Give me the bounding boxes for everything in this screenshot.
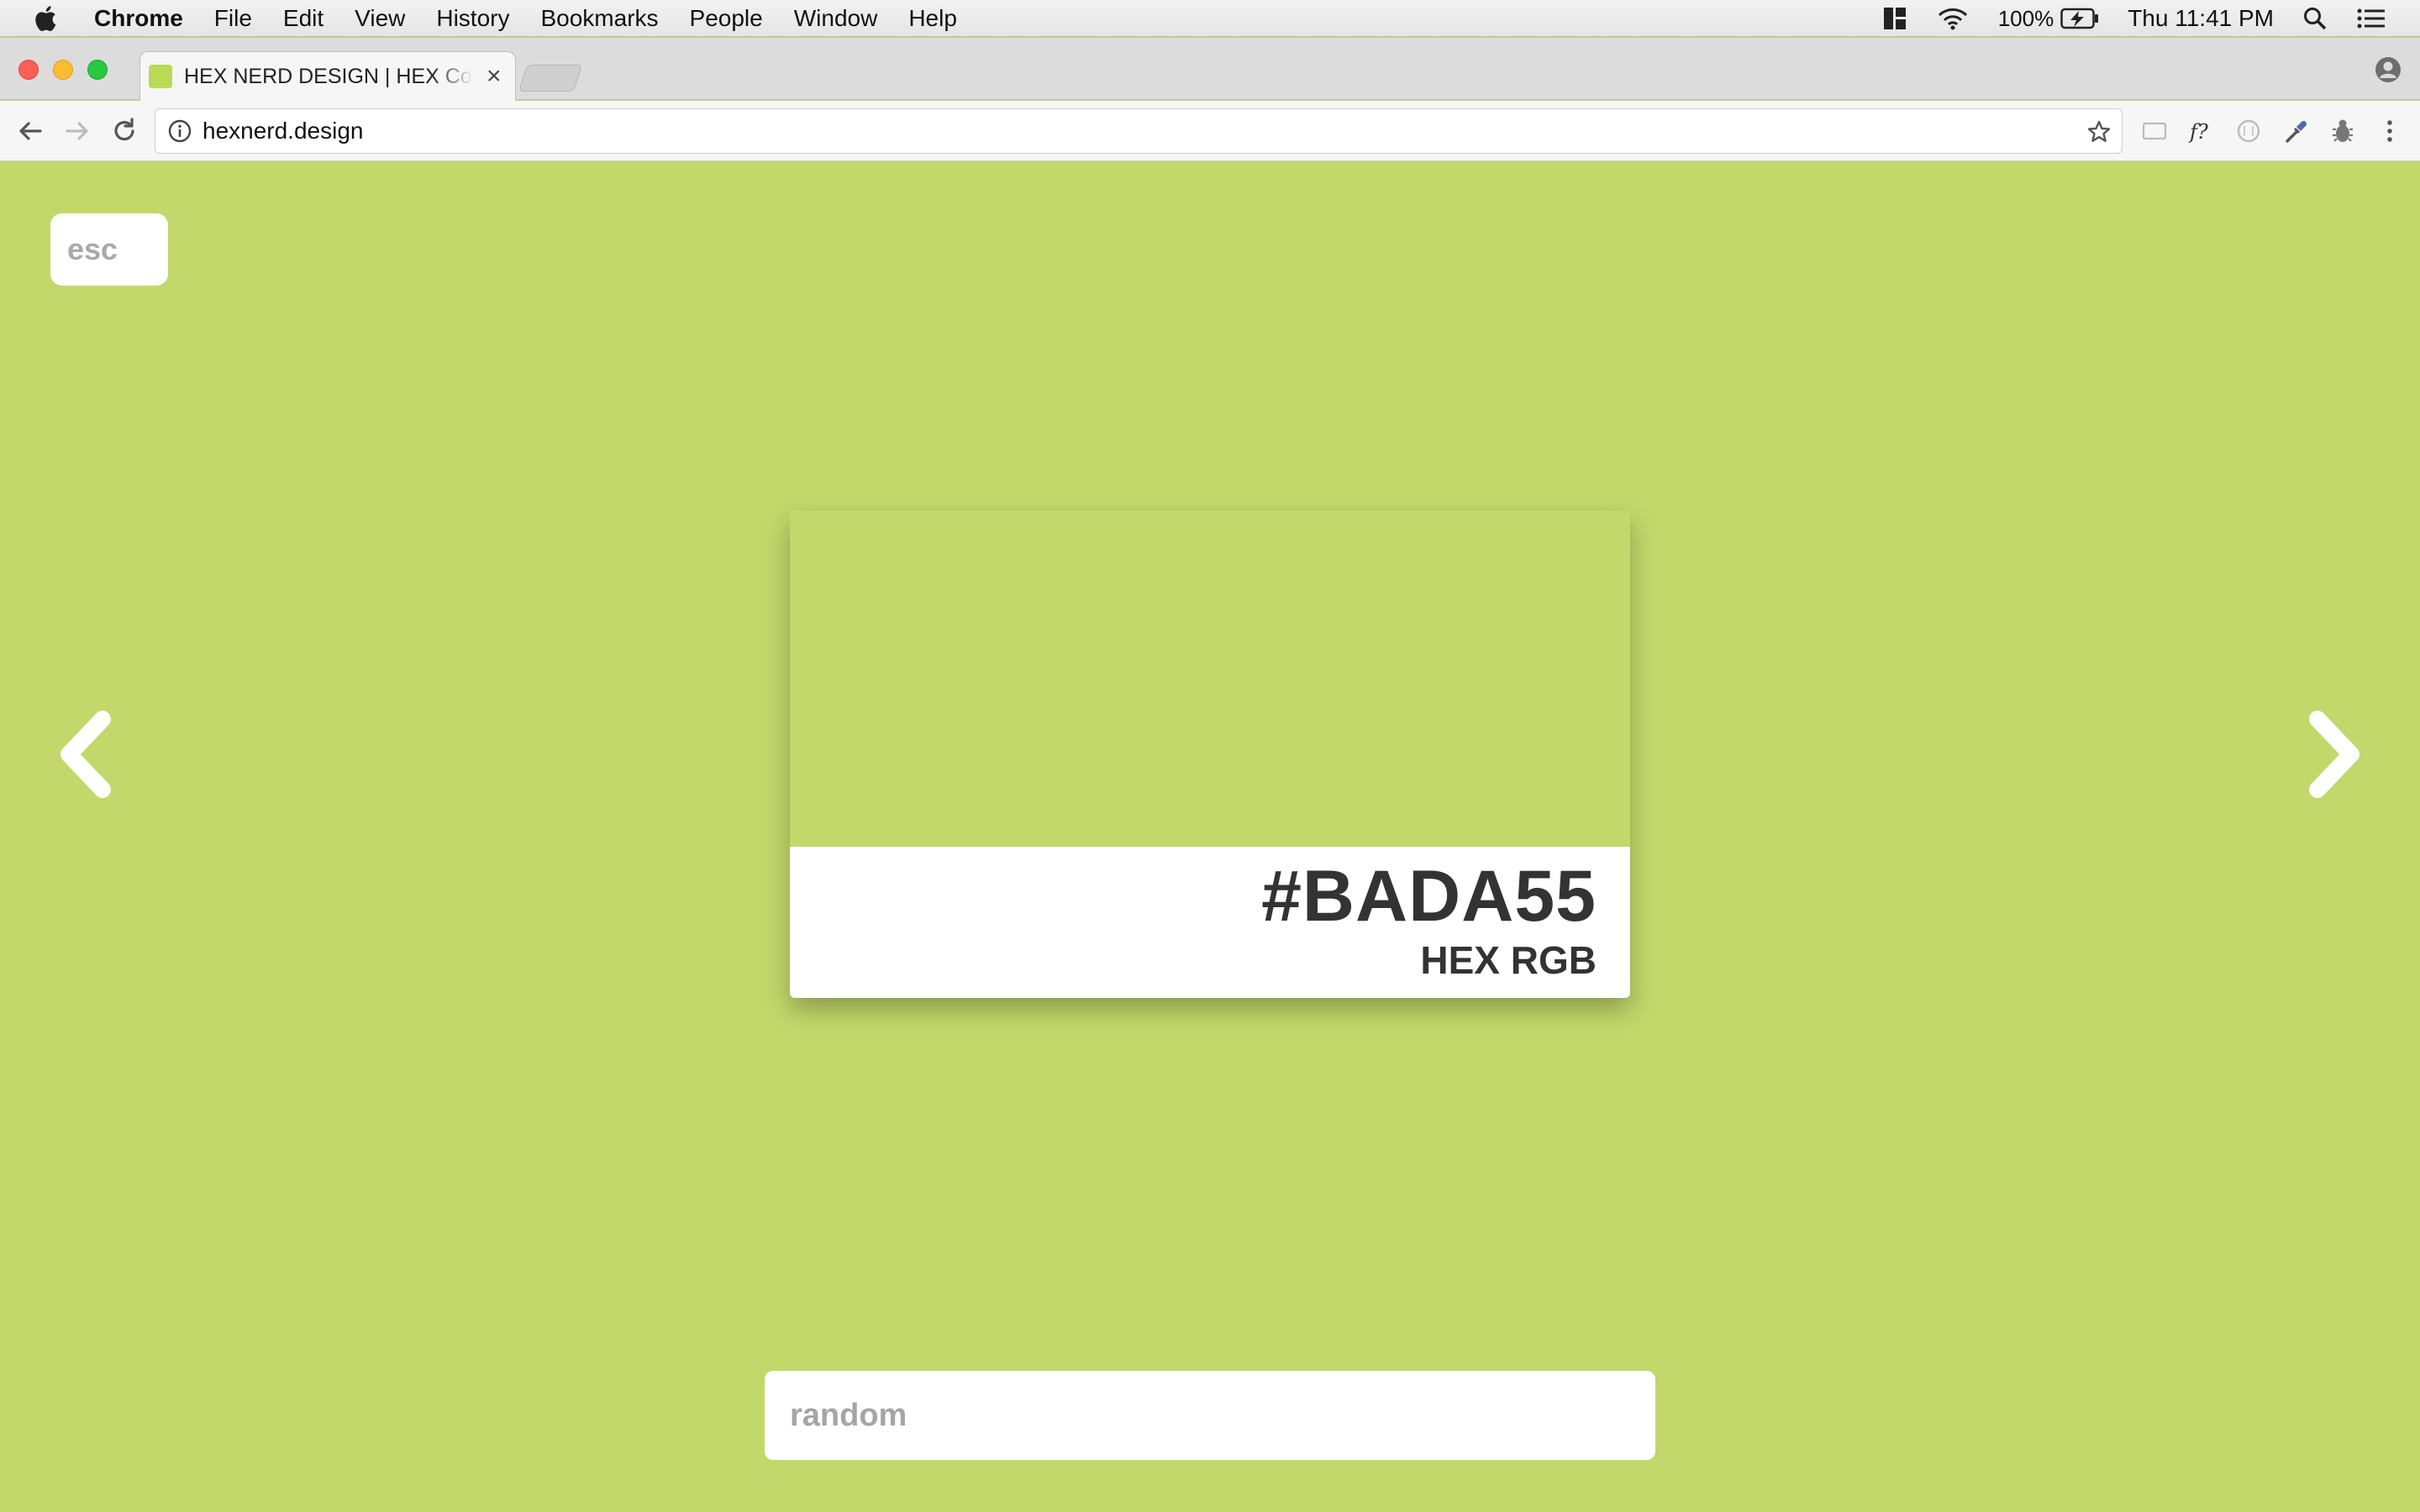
- menu-window[interactable]: Window: [794, 5, 878, 32]
- macos-menubar: Chrome File Edit View History Bookmarks …: [0, 0, 2420, 37]
- window-close-button[interactable]: [18, 60, 39, 80]
- color-swatch: [790, 511, 1630, 847]
- back-arrow-icon[interactable]: [13, 114, 47, 148]
- menu-edit[interactable]: Edit: [283, 5, 324, 32]
- reload-icon[interactable]: [108, 114, 141, 148]
- info-icon[interactable]: [167, 118, 192, 144]
- svg-text:f?: f?: [2188, 120, 2208, 144]
- eyedropper-icon[interactable]: [2281, 116, 2311, 146]
- list-icon[interactable]: [2356, 6, 2386, 31]
- color-card[interactable]: #BADA55 HEX RGB: [790, 511, 1630, 998]
- extension-window-icon[interactable]: [2139, 116, 2170, 146]
- chevron-right-icon[interactable]: [2297, 704, 2373, 805]
- window-zoom-button[interactable]: [87, 60, 108, 80]
- wifi-icon[interactable]: [1936, 6, 1970, 31]
- extension-circle-icon[interactable]: [2233, 116, 2264, 146]
- bookmark-star-icon[interactable]: [2086, 119, 2112, 144]
- chevron-left-icon[interactable]: [47, 704, 123, 805]
- whatfont-icon[interactable]: f?: [2186, 116, 2217, 146]
- tab-title: HEX NERD DESIGN | HEX Colo: [184, 64, 473, 88]
- menu-help[interactable]: Help: [908, 5, 957, 32]
- bug-icon[interactable]: [2328, 116, 2358, 146]
- address-url: hexnerd.design: [203, 118, 364, 144]
- tab-close-icon[interactable]: ×: [487, 64, 502, 89]
- menu-file[interactable]: File: [214, 5, 252, 32]
- apple-icon[interactable]: [32, 3, 62, 34]
- hex-code: #BADA55: [1261, 856, 1597, 937]
- battery-status[interactable]: 100%: [1998, 6, 2100, 32]
- favicon-icon: [149, 65, 172, 88]
- color-format-label: HEX RGB: [1420, 938, 1597, 982]
- menu-people[interactable]: People: [690, 5, 763, 32]
- profile-icon[interactable]: [2375, 56, 2402, 83]
- menu-view[interactable]: View: [355, 5, 405, 32]
- battery-charging-icon: [2060, 8, 2099, 29]
- color-search-input[interactable]: [765, 1371, 1655, 1460]
- menu-history[interactable]: History: [436, 5, 509, 32]
- search-icon[interactable]: [2302, 6, 2328, 31]
- new-tab-button[interactable]: [518, 65, 583, 92]
- menubar-status-area: 100% Thu 11:41 PM: [1882, 0, 2420, 37]
- browser-tab-active[interactable]: HEX NERD DESIGN | HEX Colo ×: [139, 51, 516, 101]
- chrome-menu-icon[interactable]: [2375, 116, 2405, 146]
- address-bar[interactable]: hexnerd.design: [155, 108, 2123, 154]
- menubar-clock[interactable]: Thu 11:41 PM: [2128, 5, 2274, 32]
- battery-percent: 100%: [1997, 5, 2054, 31]
- forward-arrow-icon[interactable]: [60, 114, 94, 148]
- window-minimize-button[interactable]: [53, 60, 73, 80]
- browser-tab-strip: HEX NERD DESIGN | HEX Colo ×: [0, 38, 2420, 101]
- menu-bookmarks[interactable]: Bookmarks: [540, 5, 658, 32]
- menu-app-name[interactable]: Chrome: [94, 5, 183, 32]
- esc-button[interactable]: esc: [50, 213, 168, 286]
- browser-toolbar: hexnerd.design f?: [0, 101, 2420, 161]
- grid-layout-icon[interactable]: [1882, 6, 1907, 31]
